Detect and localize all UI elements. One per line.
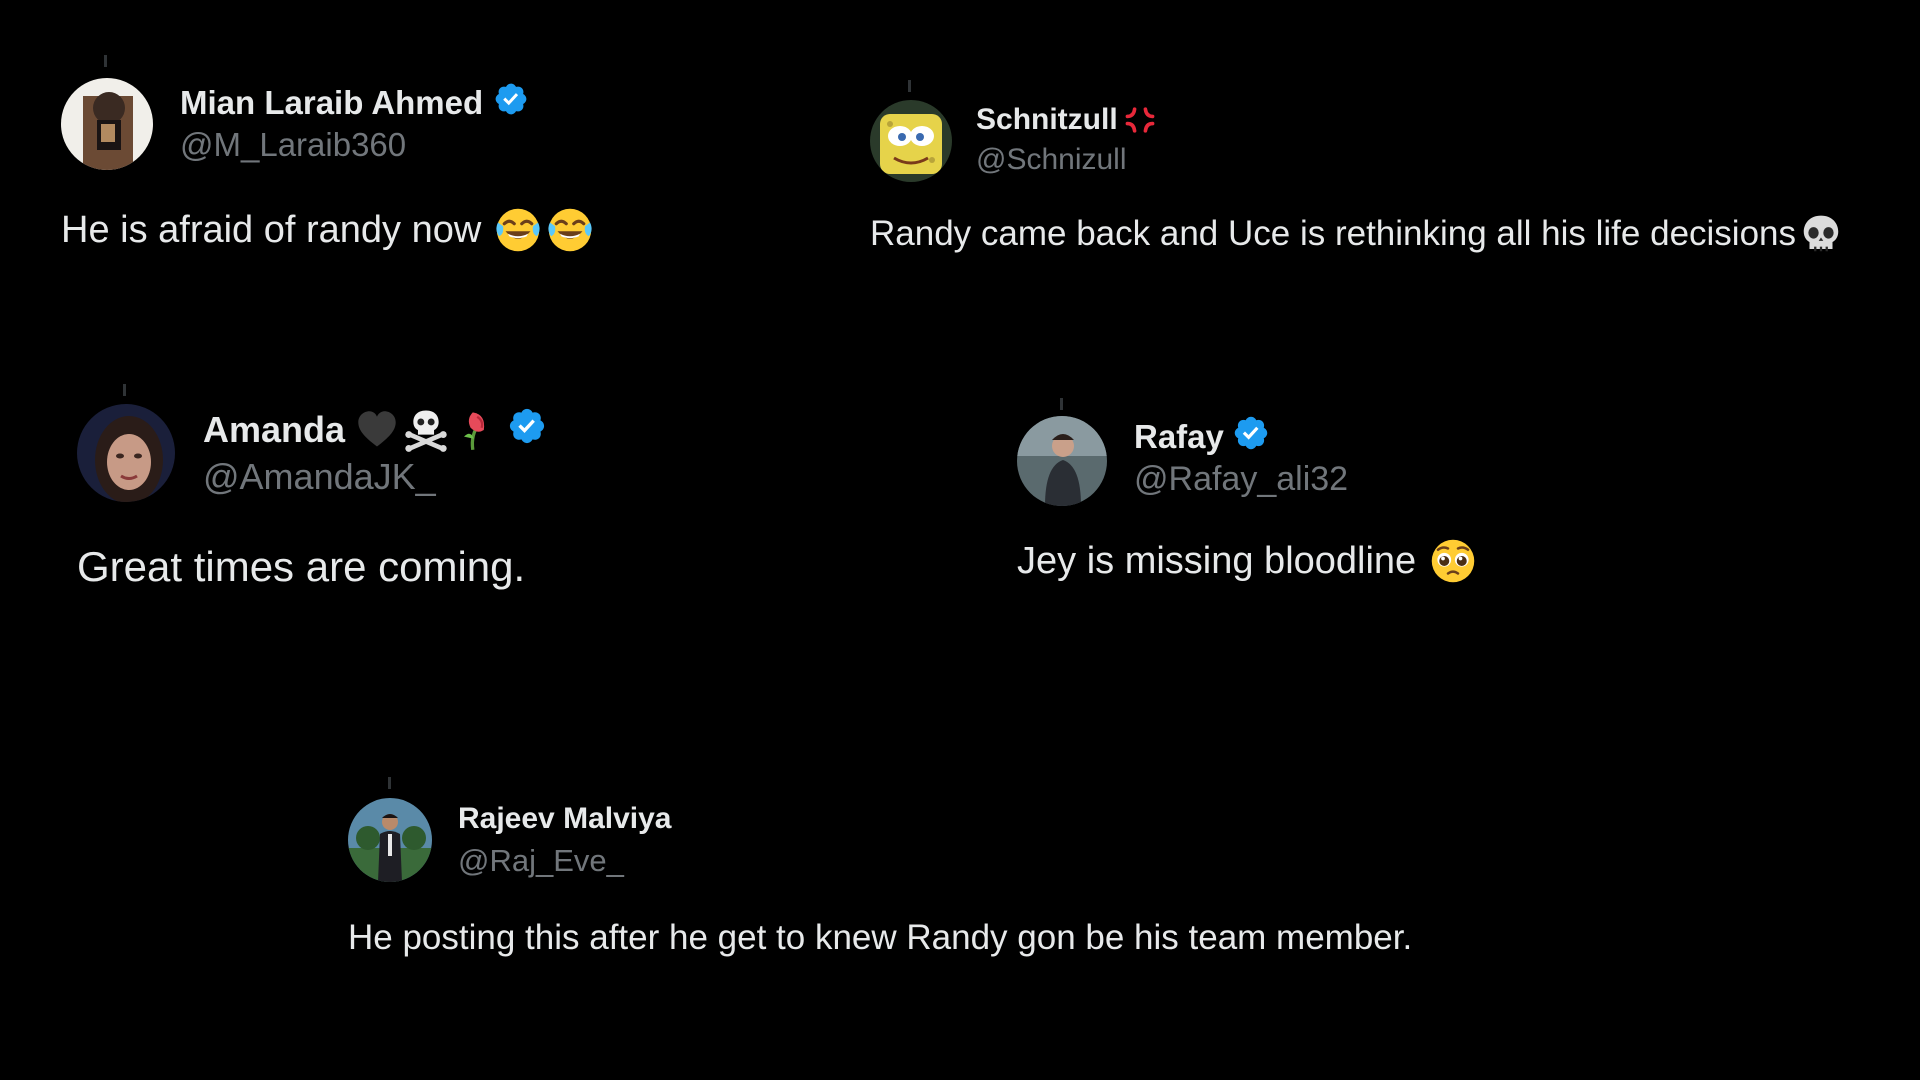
avatar[interactable] [61,78,153,170]
tweet-text: Jey is missing bloodline [1017,535,1478,587]
display-name[interactable]: Schnitzull [976,103,1118,137]
tweet-text: Randy came back and Uce is rethinking al… [870,210,1844,258]
tweet-text: Great times are coming. [77,540,525,594]
display-name-row: Schnitzull [976,100,1158,140]
verified-badge-icon [507,406,547,455]
wilted-flower-icon [453,408,497,452]
face-with-tears-of-joy-icon [545,205,595,255]
pleading-face-icon [1428,536,1478,586]
thread-line [388,777,391,789]
display-name[interactable]: Mian Laraib Ahmed [180,84,483,122]
tweet-card-rajeev-malviya: Rajeev Malviya @Raj_Eve_ He posting this… [300,760,1600,1000]
handle[interactable]: @AmandaJK_ [203,456,436,498]
handle[interactable]: @M_Laraib360 [180,126,406,164]
tweet-card-schnitzull: Schnitzull @Schnizull Randy came back an… [820,0,1920,300]
display-name[interactable]: Amanda [203,409,345,451]
verified-badge-icon [493,81,529,125]
tweet-text-content: He is afraid of randy now [61,208,482,251]
avatar[interactable] [348,798,432,882]
tweet-text-content: He posting this after he get to knew Ran… [348,918,1413,957]
tweet-text: He is afraid of randy now [61,205,595,255]
display-name-row: Mian Laraib Ahmed [180,82,529,124]
avatar[interactable] [870,100,952,182]
thread-line [104,55,107,67]
display-name-row: Rajeev Malviya [458,799,671,839]
verified-badge-icon [1232,414,1270,460]
skull-icon [1798,211,1844,257]
avatar[interactable] [77,404,175,502]
handle[interactable]: @Rafay_ali32 [1134,460,1348,499]
thread-line [908,80,911,92]
handle[interactable]: @Raj_Eve_ [458,843,624,879]
tweet-text-content: Great times are coming. [77,543,526,590]
tweet-text-content: Randy came back and Uce is rethinking al… [870,214,1797,253]
thread-line [123,384,126,396]
tweet-card-mian-laraib-ahmed: Mian Laraib Ahmed @M_Laraib360 He is afr… [0,0,820,300]
skull-and-crossbones-icon [403,407,449,453]
display-name[interactable]: Rajeev Malviya [458,802,671,836]
black-heart-icon [355,408,399,452]
tweet-text-content: Jey is missing bloodline [1017,539,1417,582]
display-name-row: Rafay [1134,415,1270,459]
thread-line [1060,398,1063,410]
display-name[interactable]: Rafay [1134,418,1224,456]
tweet-card-amanda: Amanda @AmandaJK_ Great times are coming… [0,360,900,620]
handle[interactable]: @Schnizull [976,143,1127,177]
avatar[interactable] [1017,416,1107,506]
display-name-row: Amanda [203,406,547,454]
face-with-tears-of-joy-icon [493,205,543,255]
anger-symbol-icon [1122,102,1158,138]
tweet-text: He posting this after he get to knew Ran… [348,915,1412,961]
tweet-card-rafay: Rafay @Rafay_ali32 Jey is missing bloodl… [960,360,1920,620]
